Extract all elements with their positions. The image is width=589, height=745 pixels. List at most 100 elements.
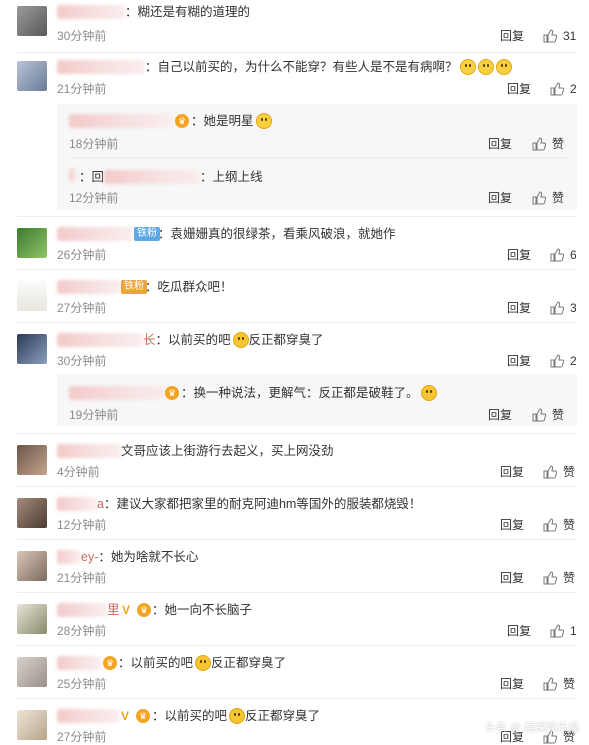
smile-emoji-icon bbox=[255, 113, 272, 129]
like-count[interactable]: 31 bbox=[563, 29, 576, 43]
thumbs-up-icon[interactable] bbox=[532, 408, 546, 422]
comment-text-body: ：她为啥就不长心 bbox=[98, 550, 199, 564]
like-count[interactable]: 6 bbox=[570, 248, 577, 262]
thumbs-up-icon[interactable] bbox=[543, 677, 557, 691]
username[interactable] bbox=[57, 333, 143, 347]
username[interactable] bbox=[57, 280, 121, 294]
timestamp: 4分钟前 bbox=[57, 465, 100, 479]
username[interactable] bbox=[57, 497, 97, 511]
divider bbox=[17, 322, 577, 323]
doge-emoji-icon bbox=[232, 332, 249, 348]
reply-button[interactable]: 回复 bbox=[507, 354, 531, 368]
username[interactable] bbox=[57, 550, 81, 564]
reply-button[interactable]: 回复 bbox=[488, 191, 512, 205]
username-tail[interactable]: 里 bbox=[107, 603, 120, 617]
username[interactable] bbox=[57, 5, 125, 19]
comment-item: ：糊还是有糊的道理的 30分钟前 回复 31 bbox=[0, 0, 589, 46]
like-button[interactable]: 赞 bbox=[563, 677, 575, 691]
avatar[interactable] bbox=[17, 498, 47, 528]
avatar[interactable] bbox=[17, 334, 47, 364]
avatar[interactable] bbox=[17, 657, 47, 687]
like-button[interactable]: 赞 bbox=[552, 408, 564, 422]
avatar[interactable] bbox=[17, 710, 47, 740]
thumbs-up-icon[interactable] bbox=[550, 82, 564, 96]
reply-button[interactable]: 回复 bbox=[507, 248, 531, 262]
like-count[interactable]: 1 bbox=[570, 624, 577, 638]
thumbs-up-icon[interactable] bbox=[543, 571, 557, 585]
thumbs-up-icon[interactable] bbox=[532, 191, 546, 205]
reply-button[interactable]: 回复 bbox=[500, 571, 524, 585]
reply-button[interactable]: 回复 bbox=[500, 518, 524, 532]
like-count[interactable]: 2 bbox=[570, 82, 577, 96]
timestamp: 30分钟前 bbox=[57, 29, 107, 43]
reply-button[interactable]: 回复 bbox=[507, 82, 531, 96]
avatar[interactable] bbox=[17, 61, 47, 91]
timestamp: 27分钟前 bbox=[57, 730, 107, 744]
like-count[interactable]: 2 bbox=[570, 354, 577, 368]
thumbs-up-icon[interactable] bbox=[550, 354, 564, 368]
like-button[interactable]: 赞 bbox=[563, 518, 575, 532]
like-button[interactable]: 赞 bbox=[552, 137, 564, 151]
thumbs-up-icon[interactable] bbox=[550, 301, 564, 315]
reply-button[interactable]: 回复 bbox=[500, 465, 524, 479]
comment-text-body: ：以前买的吧 bbox=[152, 709, 228, 723]
reply-button[interactable]: 回复 bbox=[488, 137, 512, 151]
divider bbox=[69, 157, 567, 158]
thumbs-up-icon[interactable] bbox=[543, 29, 557, 43]
username[interactable] bbox=[69, 386, 169, 400]
comment-text-body: ：建议大家都把家里的耐克阿迪hm等国外的服装都烧毁！ bbox=[103, 497, 422, 511]
comment-text: 长：以前买的吧 反正都穿臭了 bbox=[143, 332, 324, 348]
username-tail[interactable]: 长 bbox=[143, 333, 156, 347]
username[interactable] bbox=[57, 444, 121, 458]
avatar[interactable] bbox=[17, 228, 47, 258]
username[interactable] bbox=[57, 60, 145, 74]
reply-button[interactable]: 回复 bbox=[507, 301, 531, 315]
timestamp: 21分钟前 bbox=[57, 82, 107, 96]
reply-button[interactable]: 回复 bbox=[500, 29, 524, 43]
like-button[interactable]: 赞 bbox=[552, 191, 564, 205]
fan-badge: 铁粉 bbox=[121, 280, 147, 294]
username[interactable] bbox=[69, 114, 173, 128]
comment-text-body: ：自己以前买的，为什么不能穿？有些人是不是有病啊？ bbox=[145, 60, 458, 74]
thumbs-up-icon[interactable] bbox=[550, 624, 564, 638]
comment-item: ♛ ：以前买的吧 反正都穿臭了 25分钟前 回复 赞 bbox=[0, 651, 589, 699]
divider bbox=[17, 698, 577, 699]
mentioned-user[interactable] bbox=[104, 170, 201, 184]
comment-text-body: 反正都穿臭了 bbox=[248, 333, 324, 347]
like-count[interactable]: 3 bbox=[570, 301, 577, 315]
username-tail[interactable]: a bbox=[97, 497, 104, 511]
reply-thread: ♛ ：换一种说法，更解气：反正都是破鞋了。 19分钟前 回复 赞 bbox=[57, 374, 577, 426]
reply-button[interactable]: 回复 bbox=[500, 677, 524, 691]
watermark: 头条 @ 悟探娱乐猫 bbox=[484, 722, 579, 734]
verified-icon: V bbox=[121, 709, 130, 723]
like-button[interactable]: 赞 bbox=[563, 571, 575, 585]
divider bbox=[17, 539, 577, 540]
verified-icon: V bbox=[122, 603, 131, 617]
comment-text: ：她一向不长脑子 bbox=[152, 603, 253, 617]
thumbs-up-icon[interactable] bbox=[532, 137, 546, 151]
avatar[interactable] bbox=[17, 281, 47, 311]
reply-button[interactable]: 回复 bbox=[488, 408, 512, 422]
reply-button[interactable]: 回复 bbox=[507, 624, 531, 638]
username[interactable] bbox=[57, 709, 119, 723]
reply-text-body: ：上纲上线 bbox=[200, 170, 263, 184]
username[interactable] bbox=[57, 603, 107, 617]
avatar[interactable] bbox=[17, 604, 47, 634]
comment-item: a：建议大家都把家里的耐克阿迪hm等国外的服装都烧毁！ 12分钟前 回复 赞 bbox=[0, 492, 589, 540]
like-button[interactable]: 赞 bbox=[563, 465, 575, 479]
thumbs-up-icon[interactable] bbox=[543, 465, 557, 479]
avatar[interactable] bbox=[17, 445, 47, 475]
timestamp: 12分钟前 bbox=[57, 518, 107, 532]
thumbs-up-icon[interactable] bbox=[550, 248, 564, 262]
vip-badge-icon: ♛ bbox=[175, 114, 189, 128]
avatar[interactable] bbox=[17, 6, 47, 36]
avatar[interactable] bbox=[17, 551, 47, 581]
username[interactable] bbox=[57, 656, 101, 670]
username-tail[interactable]: ey- bbox=[81, 550, 98, 564]
username[interactable] bbox=[57, 227, 133, 241]
thumbs-up-icon[interactable] bbox=[543, 518, 557, 532]
comment-text-body: ：以前买的吧 bbox=[118, 656, 194, 670]
comment-text-body: ：以前买的吧 bbox=[155, 333, 231, 347]
comment-text-body: 反正都穿臭了 bbox=[245, 709, 321, 723]
username[interactable] bbox=[69, 168, 77, 182]
